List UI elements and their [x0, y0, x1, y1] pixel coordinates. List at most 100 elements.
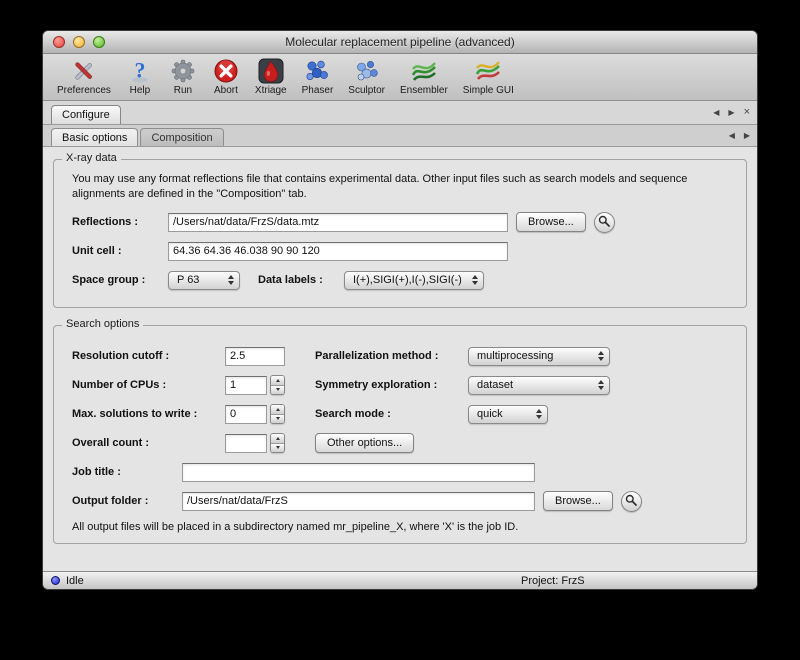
space-group-value: P 63 — [177, 274, 199, 286]
status-bar: Idle Project: FrzS — [43, 571, 757, 589]
toolbar-button-simple-gui[interactable]: Simple GUI — [459, 56, 518, 97]
xtriage-drop-icon — [257, 57, 285, 85]
max-solutions-label: Max. solutions to write : — [72, 408, 225, 420]
magnifier-icon — [598, 215, 610, 230]
search-mode-value: quick — [477, 408, 503, 420]
toolbar-label: Simple GUI — [463, 85, 514, 96]
job-title-label: Job title : — [72, 466, 182, 478]
tab-basic-options[interactable]: Basic options — [51, 128, 138, 146]
magnifier-icon — [625, 494, 637, 509]
reflections-browse-button[interactable]: Browse... — [516, 212, 586, 232]
data-labels-label: Data labels : — [258, 274, 344, 286]
parallelization-method-value: multiprocessing — [477, 350, 553, 362]
space-group-label: Space group : — [72, 274, 168, 286]
phaser-molecule-icon — [303, 57, 331, 85]
toolbar-label: Ensembler — [400, 85, 448, 96]
toolbar-label: Run — [174, 85, 192, 96]
project-label: Project: FrzS — [521, 575, 585, 587]
other-options-button[interactable]: Other options... — [315, 433, 414, 453]
number-of-cpus-input[interactable] — [225, 376, 267, 395]
max-solutions-stepper[interactable] — [270, 404, 285, 424]
job-title-input[interactable] — [182, 463, 535, 482]
tools-icon — [70, 57, 98, 85]
data-labels-value: I(+),SIGI(+),I(-),SIGI(-) — [353, 274, 462, 286]
toolbar-label: Sculptor — [348, 85, 385, 96]
group-xray-data: X-ray data You may use any format reflec… — [53, 159, 747, 308]
subtab-scroll-right-icon[interactable]: ▶ — [744, 131, 750, 140]
window-title: Molecular replacement pipeline (advanced… — [285, 35, 514, 49]
gear-icon — [169, 57, 197, 85]
popup-arrows-icon — [222, 275, 234, 285]
parallelization-method-select[interactable]: multiprocessing — [468, 347, 610, 366]
popup-arrows-icon — [466, 275, 478, 285]
max-solutions-input[interactable] — [225, 405, 267, 424]
reflections-label: Reflections : — [72, 216, 168, 228]
toolbar-button-run[interactable]: Run — [165, 56, 201, 97]
title-bar: Molecular replacement pipeline (advanced… — [43, 31, 757, 54]
sculptor-molecule-icon — [353, 57, 381, 85]
toolbar-button-xtriage[interactable]: Xtriage — [251, 56, 291, 97]
search-mode-select[interactable]: quick — [468, 405, 548, 424]
reflections-inspect-button[interactable] — [594, 212, 615, 233]
symmetry-exploration-value: dataset — [477, 379, 513, 391]
group-title-search: Search options — [62, 318, 143, 330]
output-folder-browse-button[interactable]: Browse... — [543, 491, 613, 511]
toolbar-label: Phaser — [302, 85, 334, 96]
toolbar-button-phaser[interactable]: Phaser — [298, 56, 338, 97]
number-of-cpus-label: Number of CPUs : — [72, 379, 225, 391]
toolbar-label: Abort — [214, 85, 238, 96]
popup-arrows-icon — [530, 409, 542, 419]
toolbar-label: Preferences — [57, 85, 111, 96]
popup-arrows-icon — [592, 380, 604, 390]
abort-icon — [212, 57, 240, 85]
app-window: Molecular replacement pipeline (advanced… — [42, 30, 758, 590]
status-text: Idle — [66, 575, 84, 587]
symmetry-exploration-select[interactable]: dataset — [468, 376, 610, 395]
minimize-button[interactable] — [73, 36, 85, 48]
subtab-scroll-left-icon[interactable]: ◀ — [729, 131, 735, 140]
status-led-icon — [51, 576, 60, 585]
group-title-xray: X-ray data — [62, 152, 121, 164]
toolbar-label: Help — [130, 85, 151, 96]
toolbar-button-abort[interactable]: Abort — [208, 56, 244, 97]
reflections-input[interactable] — [168, 213, 508, 232]
output-note: All output files will be placed in a sub… — [72, 521, 728, 533]
overall-count-stepper[interactable] — [270, 433, 285, 453]
tab-scroll-left-icon[interactable]: ◀ — [713, 108, 719, 117]
output-folder-inspect-button[interactable] — [621, 491, 642, 512]
resolution-cutoff-label: Resolution cutoff : — [72, 350, 225, 362]
output-folder-input[interactable] — [182, 492, 535, 511]
symmetry-exploration-label: Symmetry exploration : — [315, 379, 468, 391]
tab-close-icon[interactable]: × — [744, 107, 750, 118]
cpus-stepper[interactable] — [270, 375, 285, 395]
tab-composition[interactable]: Composition — [140, 128, 223, 146]
toolbar-button-sculptor[interactable]: Sculptor — [344, 56, 389, 97]
resolution-cutoff-input[interactable] — [225, 347, 285, 366]
ensembler-ribbon-icon — [410, 57, 438, 85]
parallelization-method-label: Parallelization method : — [315, 350, 468, 362]
unit-cell-label: Unit cell : — [72, 245, 168, 257]
unit-cell-input[interactable] — [168, 242, 508, 261]
overall-count-label: Overall count : — [72, 437, 225, 449]
output-folder-label: Output folder : — [72, 495, 182, 507]
space-group-select[interactable]: P 63 — [168, 271, 240, 290]
tab-configure[interactable]: Configure — [51, 105, 121, 124]
toolbar-button-preferences[interactable]: Preferences — [53, 56, 115, 97]
close-button[interactable] — [53, 36, 65, 48]
zoom-button[interactable] — [93, 36, 105, 48]
toolbar: Preferences ? Help — [43, 54, 757, 101]
help-icon: ? — [126, 57, 154, 85]
main-tab-bar: Configure ◀ ▶ × — [43, 101, 757, 125]
sub-tab-bar: Basic options Composition ◀ ▶ — [43, 125, 757, 147]
xray-description: You may use any format reflections file … — [72, 172, 720, 202]
toolbar-label: Xtriage — [255, 85, 287, 96]
popup-arrows-icon — [592, 351, 604, 361]
toolbar-button-help[interactable]: ? Help — [122, 56, 158, 97]
group-search-options: Search options Resolution cutoff : Paral… — [53, 325, 747, 544]
simple-gui-ribbon-icon — [474, 57, 502, 85]
svg-text:?: ? — [134, 58, 145, 83]
overall-count-input[interactable] — [225, 434, 267, 453]
tab-scroll-right-icon[interactable]: ▶ — [728, 108, 734, 117]
toolbar-button-ensembler[interactable]: Ensembler — [396, 56, 452, 97]
data-labels-select[interactable]: I(+),SIGI(+),I(-),SIGI(-) — [344, 271, 484, 290]
